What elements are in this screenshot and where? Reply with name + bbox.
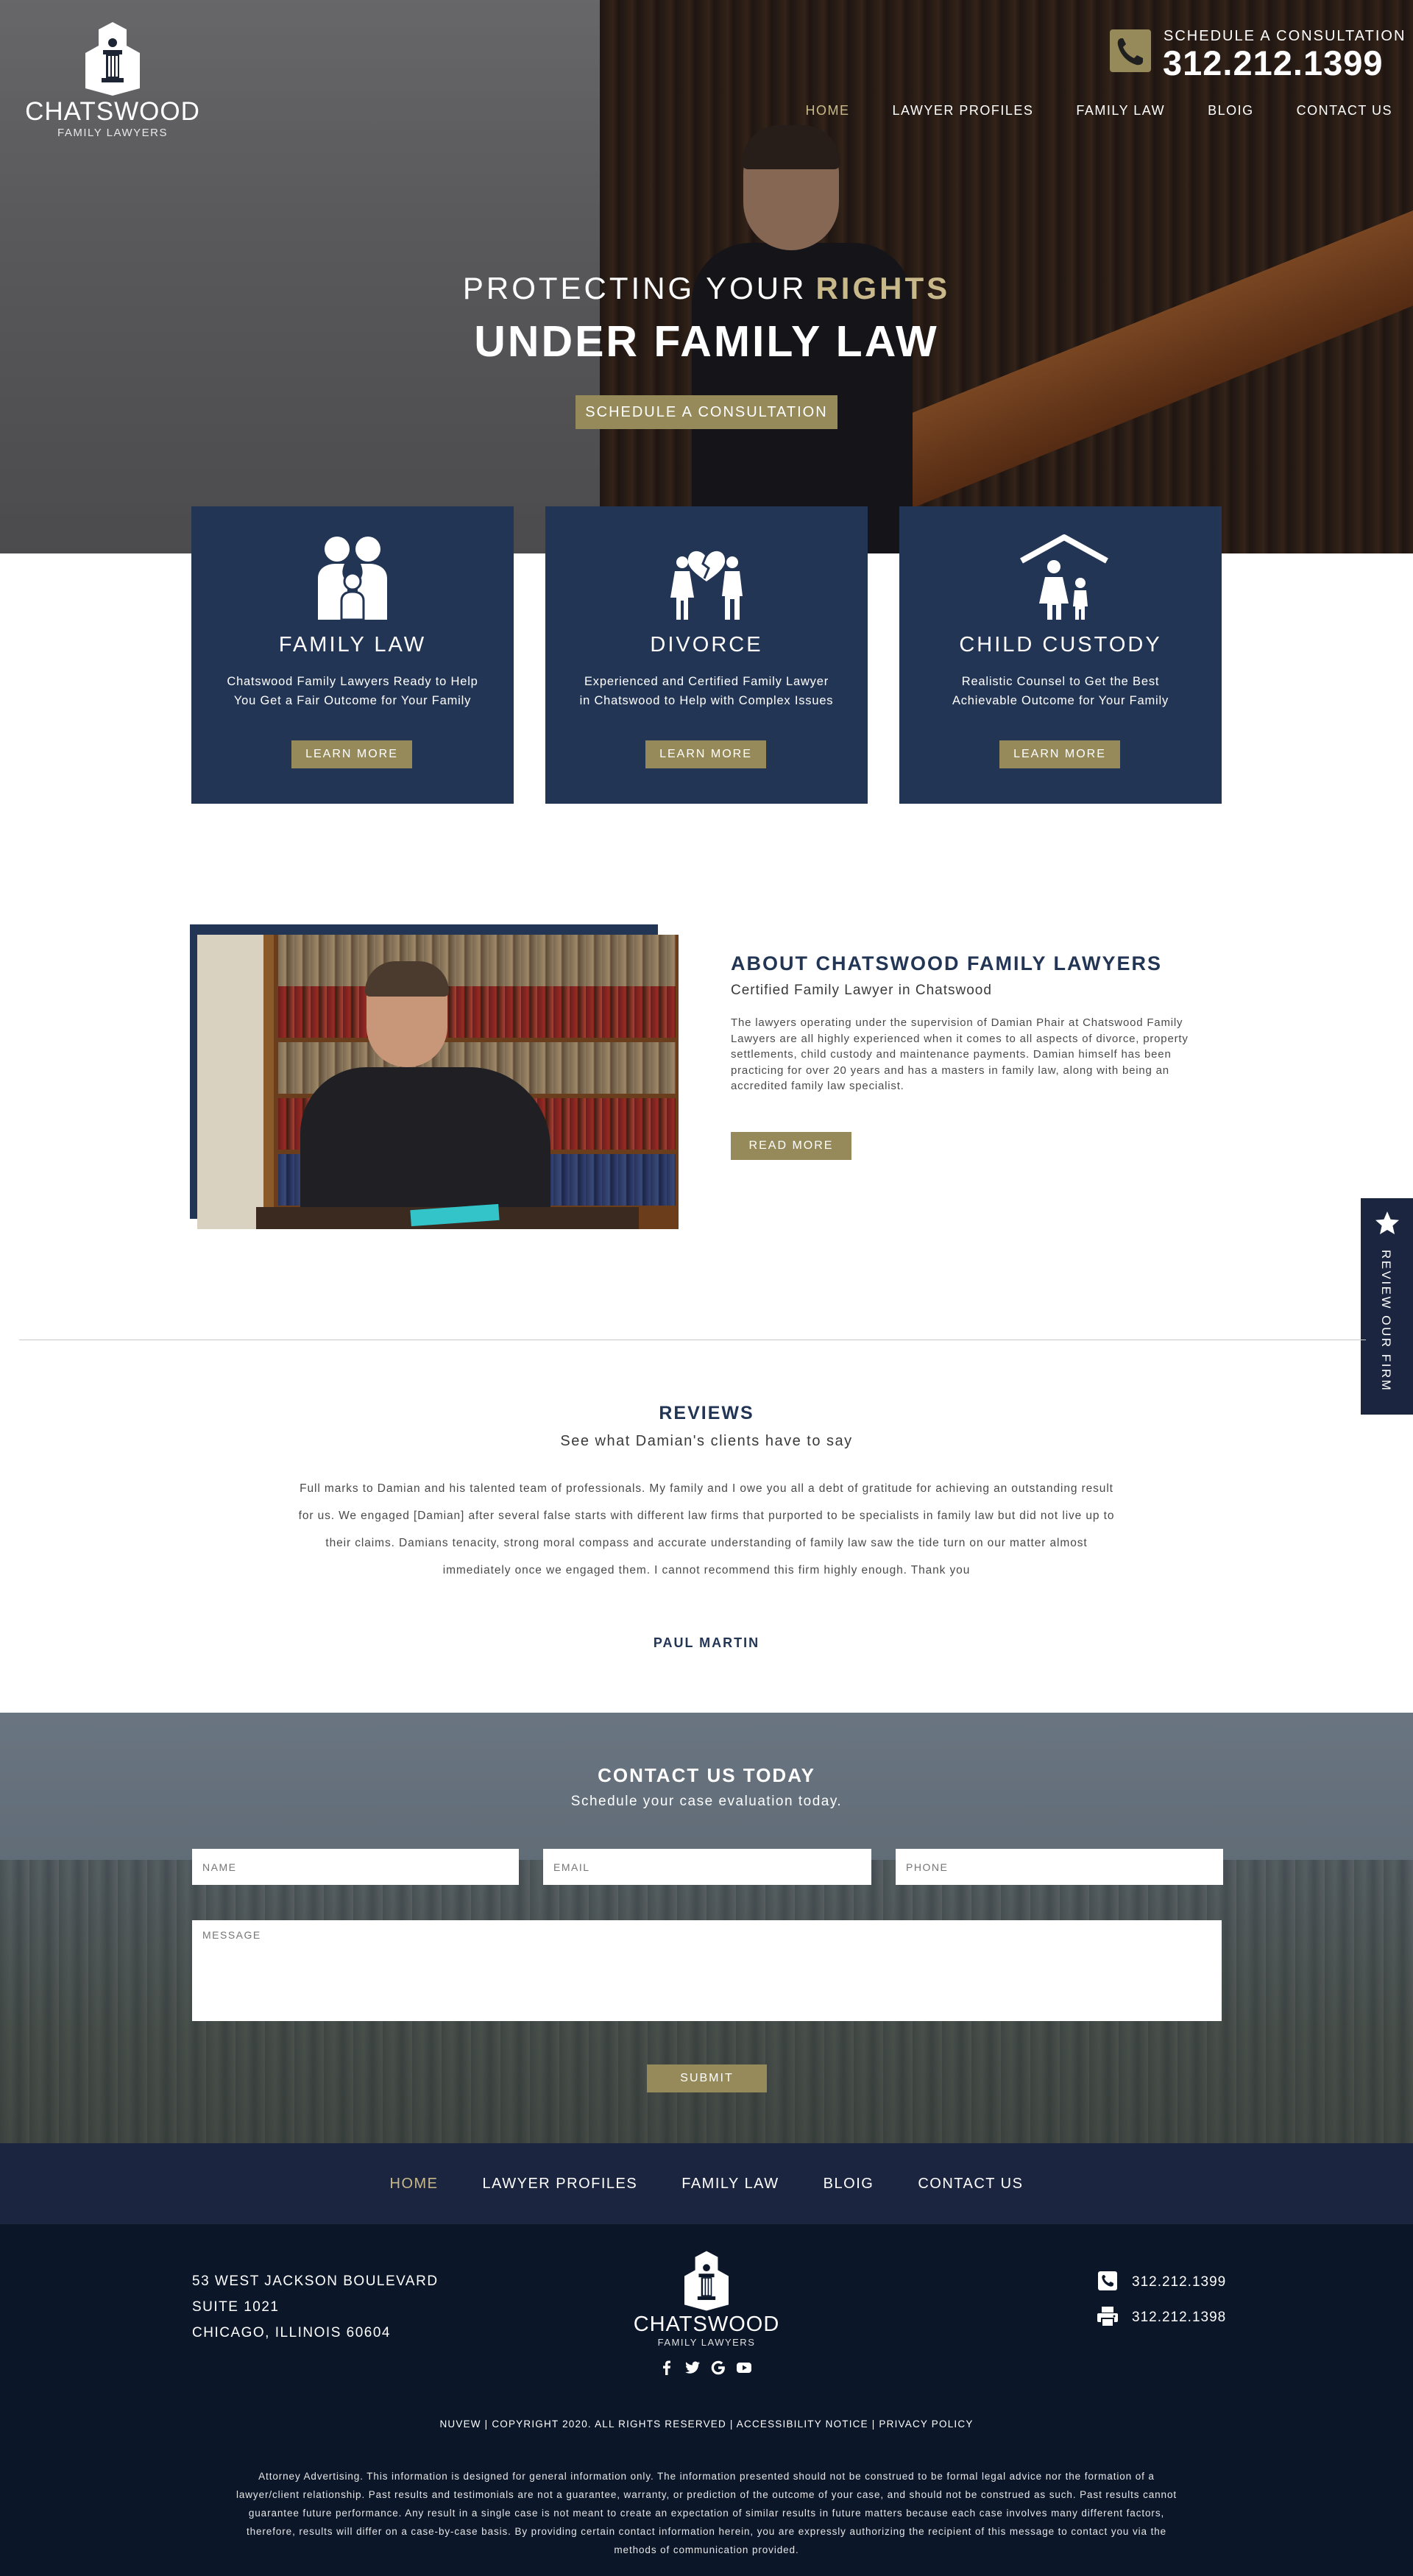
- header-phone-block[interactable]: SCHEDULE A CONSULTATION 312.212.1399: [1110, 28, 1404, 82]
- footer-nav: HOME LAWYER PROFILES FAMILY LAW BLOIG CO…: [0, 2143, 1413, 2224]
- about-body: The lawyers operating under the supervis…: [731, 1016, 1189, 1092]
- nav-family-law[interactable]: FAMILY LAW: [1076, 103, 1165, 118]
- broken-heart-icon: [666, 533, 747, 621]
- service-desc-line1: Chatswood Family Lawyers Ready to Help: [227, 675, 478, 688]
- reviews-title: REVIEWS: [659, 1403, 754, 1423]
- nav-blog[interactable]: BLOIG: [1208, 103, 1254, 118]
- nav-lawyer-profiles[interactable]: LAWYER PROFILES: [893, 103, 1034, 118]
- brand-tagline: FAMILY LAWYERS: [57, 127, 168, 139]
- house-parent-child-icon: [1020, 533, 1108, 621]
- about-lawyer-photo: [197, 935, 679, 1229]
- brand-name: CHATSWOOD: [25, 97, 200, 126]
- phone-icon: [1110, 29, 1151, 72]
- about-title: ABOUT CHATSWOOD FAMILY LAWYERS: [731, 952, 1163, 974]
- message-textarea[interactable]: [192, 1920, 1222, 2021]
- twitter-icon[interactable]: [684, 2360, 701, 2376]
- contact-subtitle: Schedule your case evaluation today.: [570, 1794, 843, 1809]
- service-desc-line2: Achievable Outcome for Your Family: [952, 694, 1169, 707]
- contact-section: CONTACT US TODAY Schedule your case eval…: [0, 1713, 1413, 2143]
- pillar-logo-icon: [85, 22, 140, 96]
- review-author: PAUL MARTIN: [653, 1635, 760, 1650]
- service-title: FAMILY LAW: [278, 633, 427, 657]
- service-description: Experienced and Certified Family Lawyer …: [559, 672, 854, 710]
- service-card-family-law[interactable]: FAMILY LAW Chatswood Family Lawyers Read…: [191, 506, 514, 804]
- footer-brand-tagline: FAMILY LAWYERS: [657, 2337, 756, 2348]
- header-phone-number[interactable]: 312.212.1399: [1163, 43, 1384, 83]
- family-icon: [312, 533, 393, 621]
- hero-line1-text: PROTECTING YOUR: [462, 271, 807, 305]
- pillar-logo-icon: [684, 2251, 729, 2311]
- learn-more-button[interactable]: LEARN MORE: [645, 740, 766, 768]
- service-title: CHILD CUSTODY: [959, 633, 1162, 657]
- address-line1: 53 WEST JACKSON BOULEVARD: [192, 2274, 439, 2289]
- review-tab-label: REVIEW OUR FIRM: [1379, 1250, 1393, 1393]
- contact-title: CONTACT US TODAY: [598, 1764, 815, 1786]
- footer-address: 53 WEST JACKSON BOULEVARD SUITE 1021 CHI…: [192, 2268, 439, 2346]
- service-desc-line2: in Chatswood to Help with Complex Issues: [579, 694, 834, 707]
- hero-heading-line1: PROTECTING YOUR RIGHTS: [0, 271, 1413, 306]
- learn-more-button[interactable]: LEARN MORE: [999, 740, 1120, 768]
- about-subtitle: Certified Family Lawyer in Chatswood: [731, 983, 992, 998]
- hero-schedule-button[interactable]: SCHEDULE A CONSULTATION: [576, 395, 837, 429]
- footer-phone-number[interactable]: 312.212.1399: [1132, 2274, 1226, 2290]
- nav-home[interactable]: HOME: [806, 103, 850, 118]
- hero-heading-line2: UNDER FAMILY LAW: [474, 317, 939, 366]
- service-desc-line2: You Get a Fair Outcome for Your Family: [233, 694, 472, 707]
- read-more-button[interactable]: READ MORE: [731, 1132, 851, 1160]
- header-logo[interactable]: CHATSWOOD FAMILY LAWYERS: [22, 22, 203, 139]
- footer-nav-lawyer-profiles[interactable]: LAWYER PROFILES: [483, 2176, 638, 2193]
- footer-brand-name: CHATSWOOD: [633, 2313, 780, 2336]
- google-icon[interactable]: [710, 2360, 726, 2376]
- legal-disclaimer: Attorney Advertising. This information i…: [236, 2471, 1178, 2555]
- email-input[interactable]: [543, 1849, 871, 1885]
- service-description: Realistic Counsel to Get the Best Achiev…: [913, 672, 1208, 710]
- service-title: DIVORCE: [650, 633, 763, 657]
- address-line2: SUITE 1021: [192, 2299, 280, 2315]
- service-desc-line1: Realistic Counsel to Get the Best: [961, 675, 1160, 688]
- footer-logo[interactable]: CHATSWOOD FAMILY LAWYERS: [617, 2251, 796, 2348]
- copyright-line: NUVEW | COPYRIGHT 2020. ALL RIGHTS RESER…: [439, 2418, 974, 2430]
- phone-square-icon: [1097, 2271, 1119, 2292]
- review-quote: Full marks to Damian and his talented te…: [298, 1482, 1115, 1577]
- service-card-divorce[interactable]: DIVORCE Experienced and Certified Family…: [545, 506, 868, 804]
- youtube-icon[interactable]: [736, 2360, 752, 2376]
- footer-fax-number: 312.212.1398: [1132, 2310, 1227, 2325]
- fax-icon: [1097, 2307, 1119, 2327]
- footer: 53 WEST JACKSON BOULEVARD SUITE 1021 CHI…: [0, 2224, 1413, 2576]
- hero-highlight: RIGHTS: [815, 271, 951, 305]
- main-nav: HOME LAWYER PROFILES FAMILY LAW BLOIG CO…: [806, 103, 1392, 118]
- review-our-firm-tab[interactable]: REVIEW OUR FIRM: [1361, 1198, 1413, 1415]
- reviews-subtitle: See what Damian's clients have to say: [560, 1433, 853, 1449]
- service-description: Chatswood Family Lawyers Ready to Help Y…: [205, 672, 500, 710]
- service-desc-line1: Experienced and Certified Family Lawyer: [584, 675, 829, 688]
- nav-contact-us[interactable]: CONTACT US: [1297, 103, 1392, 118]
- submit-button[interactable]: SUBMIT: [647, 2064, 767, 2092]
- name-input[interactable]: [192, 1849, 519, 1885]
- social-links: [659, 2360, 752, 2376]
- learn-more-button[interactable]: LEARN MORE: [291, 740, 412, 768]
- footer-nav-home[interactable]: HOME: [390, 2176, 439, 2193]
- address-line3: CHICAGO, ILLINOIS 60604: [192, 2325, 391, 2340]
- service-card-child-custody[interactable]: CHILD CUSTODY Realistic Counsel to Get t…: [899, 506, 1222, 804]
- footer-nav-family-law[interactable]: FAMILY LAW: [681, 2176, 779, 2193]
- facebook-icon[interactable]: [659, 2360, 675, 2376]
- footer-nav-blog[interactable]: BLOIG: [824, 2176, 874, 2193]
- footer-nav-contact-us[interactable]: CONTACT US: [918, 2176, 1023, 2193]
- phone-input[interactable]: [896, 1849, 1223, 1885]
- about-section: ABOUT CHATSWOOD FAMILY LAWYERS Certified…: [731, 952, 1224, 1094]
- star-icon: [1374, 1210, 1400, 1236]
